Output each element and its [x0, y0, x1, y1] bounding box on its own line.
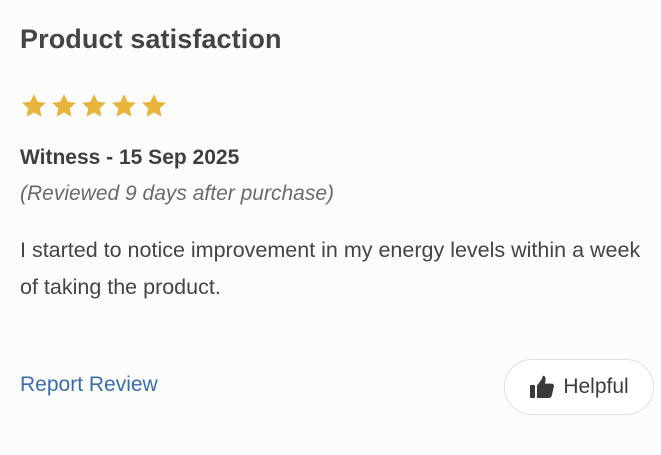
thumbs-up-icon [530, 375, 555, 398]
star-icon [22, 94, 46, 117]
helpful-button[interactable]: Helpful [504, 359, 654, 415]
review-author-date: Witness - 15 Sep 2025 [20, 146, 240, 169]
review-card: Product satisfaction Witness - 15 Sep 20… [0, 0, 661, 455]
star-rating [20, 92, 168, 120]
star-icon [82, 94, 106, 117]
reviewed-after-purchase-note: (Reviewed 9 days after purchase) [20, 182, 334, 205]
star-icon [112, 94, 136, 117]
report-review-link[interactable]: Report Review [20, 373, 158, 397]
helpful-label: Helpful [563, 375, 629, 398]
star-icon [142, 94, 166, 117]
review-body-text: I started to notice improvement in my en… [20, 238, 641, 299]
review-title: Product satisfaction [20, 24, 282, 54]
star-icon [52, 94, 76, 117]
